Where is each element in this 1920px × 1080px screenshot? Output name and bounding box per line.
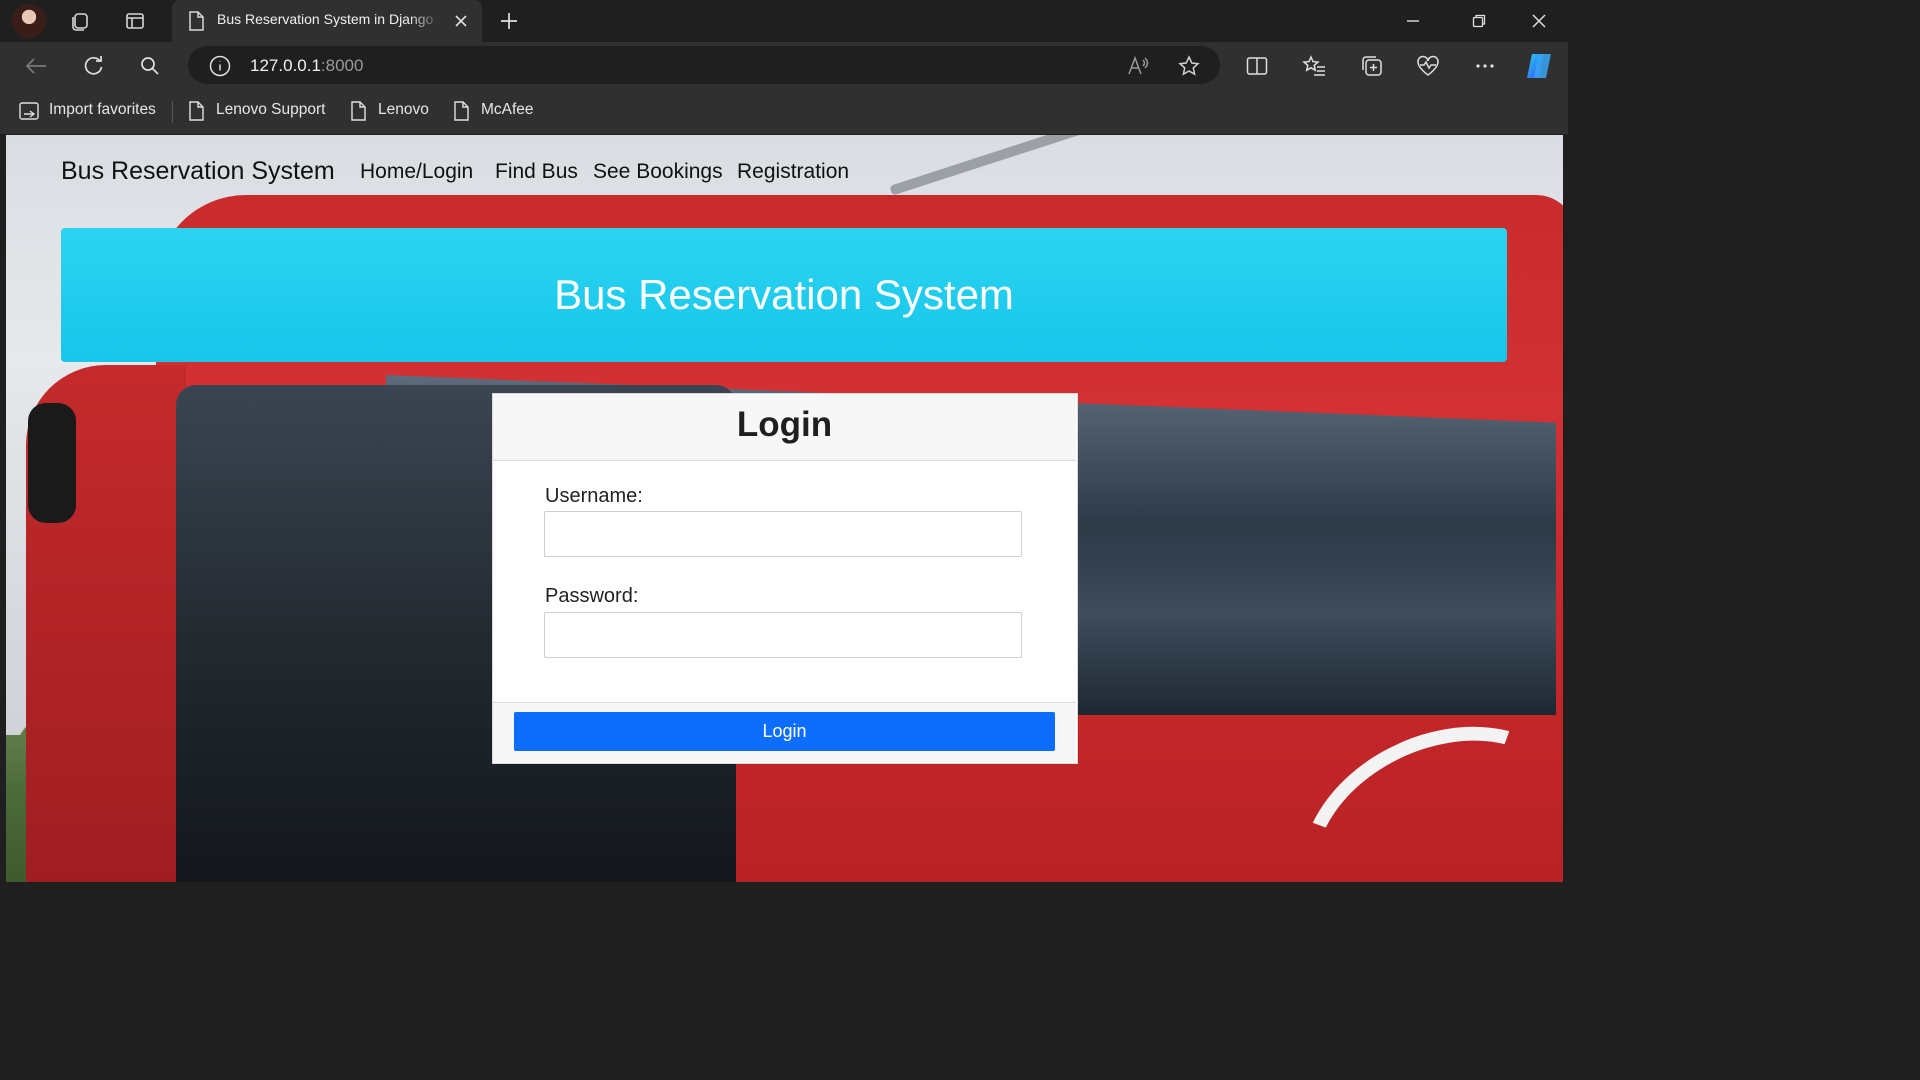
nav-home-login[interactable]: Home/Login xyxy=(360,160,473,184)
url-text[interactable]: 127.0.0.1:8000 xyxy=(250,56,363,76)
tab-actions-icon[interactable] xyxy=(121,7,149,35)
favorite-mcafee[interactable]: McAfee xyxy=(481,101,534,119)
password-input[interactable] xyxy=(544,612,1022,658)
url-host: 127.0.0.1 xyxy=(250,56,321,75)
import-favorites-icon[interactable] xyxy=(16,99,42,123)
split-screen-icon[interactable] xyxy=(1243,52,1271,80)
site-info-icon[interactable] xyxy=(207,53,233,79)
close-tab-icon[interactable] xyxy=(450,10,472,32)
new-tab-icon[interactable] xyxy=(496,8,522,34)
password-label: Password: xyxy=(545,585,639,607)
page-icon xyxy=(185,10,207,32)
close-window-icon[interactable] xyxy=(1526,8,1552,34)
favorites-divider xyxy=(172,101,173,123)
read-aloud-icon[interactable] xyxy=(1124,53,1152,79)
favorites-icon[interactable] xyxy=(1300,52,1328,80)
back-icon[interactable] xyxy=(22,52,50,80)
workspaces-icon[interactable] xyxy=(66,7,94,35)
nav-registration[interactable]: Registration xyxy=(737,160,849,184)
favorite-lenovo[interactable]: Lenovo xyxy=(378,101,429,119)
page-icon xyxy=(450,99,472,123)
favorite-import[interactable]: Import favorites xyxy=(49,101,156,119)
site-brand[interactable]: Bus Reservation System xyxy=(61,157,335,186)
nav-find-bus[interactable]: Find Bus xyxy=(495,160,578,184)
more-options-icon[interactable] xyxy=(1471,52,1499,80)
favorite-lenovo-support[interactable]: Lenovo Support xyxy=(216,101,325,119)
browser-essentials-icon[interactable] xyxy=(1414,52,1442,80)
username-label: Username: xyxy=(545,485,643,507)
hero-title: Bus Reservation System xyxy=(554,271,1014,318)
refresh-icon[interactable] xyxy=(79,52,107,80)
bus-mirror xyxy=(28,403,76,523)
username-input[interactable] xyxy=(544,511,1022,557)
login-title: Login xyxy=(736,405,833,444)
page-icon xyxy=(185,99,207,123)
restore-icon[interactable] xyxy=(1466,8,1492,34)
profile-avatar[interactable] xyxy=(12,4,46,38)
star-icon[interactable] xyxy=(1175,53,1203,79)
nav-see-bookings[interactable]: See Bookings xyxy=(593,160,723,184)
login-button[interactable]: Login xyxy=(514,712,1055,751)
tab-title: Bus Reservation System in Django xyxy=(217,11,434,27)
url-port: :8000 xyxy=(320,56,364,75)
collections-icon[interactable] xyxy=(1358,52,1386,80)
page-icon xyxy=(347,99,369,123)
copilot-icon[interactable] xyxy=(1522,50,1556,82)
minimize-icon[interactable] xyxy=(1400,8,1426,34)
search-icon[interactable] xyxy=(136,52,164,80)
